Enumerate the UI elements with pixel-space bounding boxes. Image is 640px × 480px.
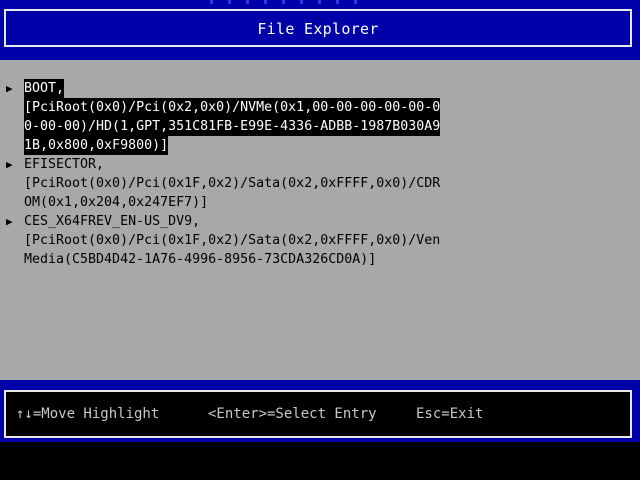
help-bar: ↑↓=Move Highlight <Enter>=Select Entry E… [4, 390, 632, 438]
footer-bar: ↑↓=Move Highlight <Enter>=Select Entry E… [0, 380, 640, 442]
entry-label: BOOT, [24, 79, 65, 98]
entry-path-line: [PciRoot(0x0)/Pci(0x2,0x0)/NVMe(0x1,00-0… [24, 98, 441, 117]
entry-path-line: OM(0x1,0x204,0x247EF7)] [24, 195, 209, 210]
move-highlight-hint: ↑↓=Move Highlight [16, 406, 160, 422]
file-list-panel: ▶ BOOT, [PciRoot(0x0)/Pci(0x2,0x0)/NVMe(… [0, 60, 640, 380]
entry-path-line: 0-00-00)/HD(1,GPT,351C81FB-E99E-4336-ADB… [24, 117, 441, 136]
page-title: File Explorer [257, 20, 379, 38]
header-bar: File Explorer [0, 0, 640, 60]
select-entry-hint: <Enter>=Select Entry [208, 406, 377, 422]
entry-label: EFISECTOR, [24, 157, 105, 172]
entry-path-line: 1B,0x800,0xF9800)] [24, 136, 169, 155]
triangle-right-icon: ▶ [6, 215, 13, 228]
top-dots-decoration [210, 0, 370, 4]
entry-path-line: Media(C5BD4D42-1A76-4996-8956-73CDA326CD… [24, 252, 377, 267]
entry-path-line: [PciRoot(0x0)/Pci(0x1F,0x2)/Sata(0x2,0xF… [24, 233, 441, 248]
entry-path-line: [PciRoot(0x0)/Pci(0x1F,0x2)/Sata(0x2,0xF… [24, 176, 441, 191]
exit-hint: Esc=Exit [416, 406, 484, 422]
header-frame: File Explorer [4, 9, 632, 47]
triangle-right-icon: ▶ [6, 82, 13, 95]
triangle-right-icon: ▶ [6, 158, 13, 171]
entry-label: CES_X64FREV_EN-US_DV9, [24, 214, 201, 229]
bottom-strip [0, 442, 640, 480]
